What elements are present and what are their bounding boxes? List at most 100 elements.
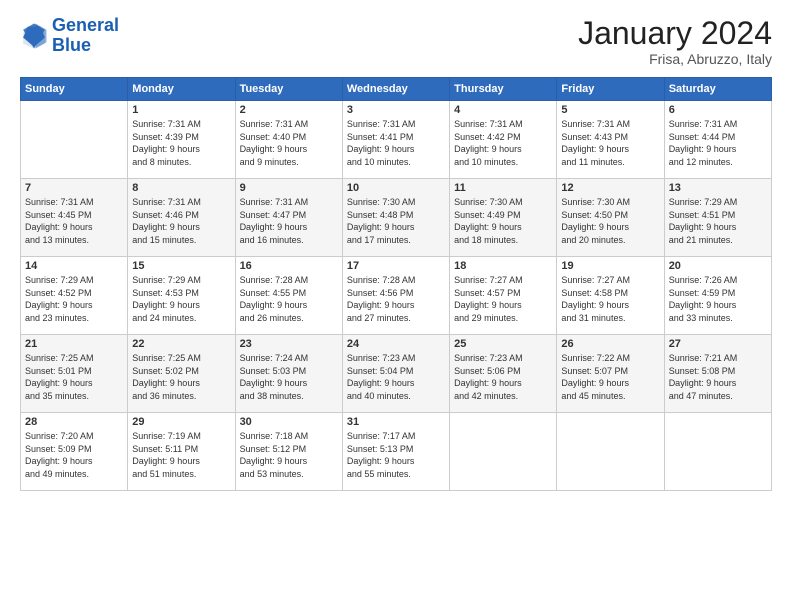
day-info: Sunrise: 7:25 AM Sunset: 5:01 PM Dayligh…: [25, 352, 123, 402]
page: General Blue January 2024 Frisa, Abruzzo…: [0, 0, 792, 612]
day-number: 4: [454, 104, 552, 116]
calendar-cell: 23 Sunrise: 7:24 AM Sunset: 5:03 PM Dayli…: [235, 335, 342, 413]
weekday-header-monday: Monday: [128, 78, 235, 101]
day-number: 25: [454, 338, 552, 350]
day-info: Sunrise: 7:28 AM Sunset: 4:56 PM Dayligh…: [347, 274, 445, 324]
day-info: Sunrise: 7:31 AM Sunset: 4:47 PM Dayligh…: [240, 196, 338, 246]
day-info: Sunrise: 7:31 AM Sunset: 4:46 PM Dayligh…: [132, 196, 230, 246]
calendar-cell: 17 Sunrise: 7:28 AM Sunset: 4:56 PM Dayli…: [342, 257, 449, 335]
day-info: Sunrise: 7:23 AM Sunset: 5:06 PM Dayligh…: [454, 352, 552, 402]
day-number: 16: [240, 260, 338, 272]
logo-line1: General: [52, 15, 119, 35]
day-number: 1: [132, 104, 230, 116]
day-number: 29: [132, 416, 230, 428]
day-number: 26: [561, 338, 659, 350]
day-info: Sunrise: 7:17 AM Sunset: 5:13 PM Dayligh…: [347, 430, 445, 480]
calendar-cell: 8Sunrise: 7:31 AM Sunset: 4:46 PM Daylig…: [128, 179, 235, 257]
month-year: January 2024: [578, 16, 772, 51]
calendar-cell: [21, 101, 128, 179]
day-info: Sunrise: 7:30 AM Sunset: 4:50 PM Dayligh…: [561, 196, 659, 246]
calendar-cell: 15Sunrise: 7:29 AM Sunset: 4:53 PM Dayli…: [128, 257, 235, 335]
day-number: 14: [25, 260, 123, 272]
logo: General Blue: [20, 16, 119, 56]
weekday-header-wednesday: Wednesday: [342, 78, 449, 101]
day-number: 5: [561, 104, 659, 116]
day-number: 23: [240, 338, 338, 350]
day-info: Sunrise: 7:29 AM Sunset: 4:51 PM Dayligh…: [669, 196, 767, 246]
day-info: Sunrise: 7:27 AM Sunset: 4:58 PM Dayligh…: [561, 274, 659, 324]
week-row-3: 14 Sunrise: 7:29 AM Sunset: 4:52 PM Dayli…: [21, 257, 772, 335]
calendar-body: 1 Sunrise: 7:31 AM Sunset: 4:39 PM Daylig…: [21, 101, 772, 491]
day-number: 18: [454, 260, 552, 272]
calendar-cell: 27 Sunrise: 7:21 AM Sunset: 5:08 PM Dayli…: [664, 335, 771, 413]
day-info: Sunrise: 7:31 AM Sunset: 4:43 PM Dayligh…: [561, 118, 659, 168]
day-info: Sunrise: 7:29 AM Sunset: 4:52 PM Dayligh…: [25, 274, 123, 324]
day-number: 9: [240, 182, 338, 194]
day-info: Sunrise: 7:27 AM Sunset: 4:57 PM Dayligh…: [454, 274, 552, 324]
day-info: Sunrise: 7:31 AM Sunset: 4:45 PM Dayligh…: [25, 196, 123, 246]
day-number: 20: [669, 260, 767, 272]
calendar-cell: 28 Sunrise: 7:20 AM Sunset: 5:09 PM Dayli…: [21, 413, 128, 491]
day-info: Sunrise: 7:28 AM Sunset: 4:55 PM Dayligh…: [240, 274, 338, 324]
calendar-cell: 9 Sunrise: 7:31 AM Sunset: 4:47 PM Daylig…: [235, 179, 342, 257]
calendar-table: SundayMondayTuesdayWednesdayThursdayFrid…: [20, 77, 772, 491]
location: Frisa, Abruzzo, Italy: [578, 51, 772, 67]
calendar-cell: 24Sunrise: 7:23 AM Sunset: 5:04 PM Dayli…: [342, 335, 449, 413]
calendar-cell: 20 Sunrise: 7:26 AM Sunset: 4:59 PM Dayli…: [664, 257, 771, 335]
day-info: Sunrise: 7:23 AM Sunset: 5:04 PM Dayligh…: [347, 352, 445, 402]
day-info: Sunrise: 7:29 AM Sunset: 4:53 PM Dayligh…: [132, 274, 230, 324]
weekday-header-thursday: Thursday: [450, 78, 557, 101]
day-info: Sunrise: 7:30 AM Sunset: 4:48 PM Dayligh…: [347, 196, 445, 246]
weekday-header-tuesday: Tuesday: [235, 78, 342, 101]
weekday-header-friday: Friday: [557, 78, 664, 101]
calendar-cell: 30Sunrise: 7:18 AM Sunset: 5:12 PM Dayli…: [235, 413, 342, 491]
day-info: Sunrise: 7:31 AM Sunset: 4:41 PM Dayligh…: [347, 118, 445, 168]
calendar-cell: 29 Sunrise: 7:19 AM Sunset: 5:11 PM Dayli…: [128, 413, 235, 491]
day-number: 27: [669, 338, 767, 350]
day-info: Sunrise: 7:30 AM Sunset: 4:49 PM Dayligh…: [454, 196, 552, 246]
header: General Blue January 2024 Frisa, Abruzzo…: [20, 16, 772, 67]
day-info: Sunrise: 7:26 AM Sunset: 4:59 PM Dayligh…: [669, 274, 767, 324]
day-number: 11: [454, 182, 552, 194]
day-number: 21: [25, 338, 123, 350]
calendar-cell: 4 Sunrise: 7:31 AM Sunset: 4:42 PM Daylig…: [450, 101, 557, 179]
day-number: 22: [132, 338, 230, 350]
week-row-4: 21 Sunrise: 7:25 AM Sunset: 5:01 PM Dayli…: [21, 335, 772, 413]
calendar-cell: [664, 413, 771, 491]
calendar-cell: 7Sunrise: 7:31 AM Sunset: 4:45 PM Daylig…: [21, 179, 128, 257]
day-info: Sunrise: 7:31 AM Sunset: 4:39 PM Dayligh…: [132, 118, 230, 168]
day-info: Sunrise: 7:31 AM Sunset: 4:40 PM Dayligh…: [240, 118, 338, 168]
title-block: January 2024 Frisa, Abruzzo, Italy: [578, 16, 772, 67]
calendar-cell: 6Sunrise: 7:31 AM Sunset: 4:44 PM Daylig…: [664, 101, 771, 179]
calendar-cell: 31Sunrise: 7:17 AM Sunset: 5:13 PM Dayli…: [342, 413, 449, 491]
week-row-1: 1 Sunrise: 7:31 AM Sunset: 4:39 PM Daylig…: [21, 101, 772, 179]
week-row-5: 28 Sunrise: 7:20 AM Sunset: 5:09 PM Dayli…: [21, 413, 772, 491]
day-number: 28: [25, 416, 123, 428]
weekday-header-sunday: Sunday: [21, 78, 128, 101]
day-info: Sunrise: 7:31 AM Sunset: 4:42 PM Dayligh…: [454, 118, 552, 168]
day-info: Sunrise: 7:19 AM Sunset: 5:11 PM Dayligh…: [132, 430, 230, 480]
day-number: 2: [240, 104, 338, 116]
calendar-header: SundayMondayTuesdayWednesdayThursdayFrid…: [21, 78, 772, 101]
day-number: 13: [669, 182, 767, 194]
calendar-cell: 1 Sunrise: 7:31 AM Sunset: 4:39 PM Daylig…: [128, 101, 235, 179]
day-info: Sunrise: 7:24 AM Sunset: 5:03 PM Dayligh…: [240, 352, 338, 402]
calendar-cell: [450, 413, 557, 491]
day-number: 12: [561, 182, 659, 194]
calendar-cell: 10 Sunrise: 7:30 AM Sunset: 4:48 PM Dayli…: [342, 179, 449, 257]
day-number: 30: [240, 416, 338, 428]
day-number: 17: [347, 260, 445, 272]
week-row-2: 7Sunrise: 7:31 AM Sunset: 4:45 PM Daylig…: [21, 179, 772, 257]
day-info: Sunrise: 7:31 AM Sunset: 4:44 PM Dayligh…: [669, 118, 767, 168]
calendar-cell: 19Sunrise: 7:27 AM Sunset: 4:58 PM Dayli…: [557, 257, 664, 335]
logo-icon: [20, 22, 48, 50]
calendar-cell: 21 Sunrise: 7:25 AM Sunset: 5:01 PM Dayli…: [21, 335, 128, 413]
calendar-cell: 14 Sunrise: 7:29 AM Sunset: 4:52 PM Dayli…: [21, 257, 128, 335]
day-number: 3: [347, 104, 445, 116]
calendar-cell: 11 Sunrise: 7:30 AM Sunset: 4:49 PM Dayli…: [450, 179, 557, 257]
day-number: 10: [347, 182, 445, 194]
calendar-cell: 16 Sunrise: 7:28 AM Sunset: 4:55 PM Dayli…: [235, 257, 342, 335]
day-info: Sunrise: 7:21 AM Sunset: 5:08 PM Dayligh…: [669, 352, 767, 402]
calendar-cell: 22Sunrise: 7:25 AM Sunset: 5:02 PM Dayli…: [128, 335, 235, 413]
day-info: Sunrise: 7:20 AM Sunset: 5:09 PM Dayligh…: [25, 430, 123, 480]
